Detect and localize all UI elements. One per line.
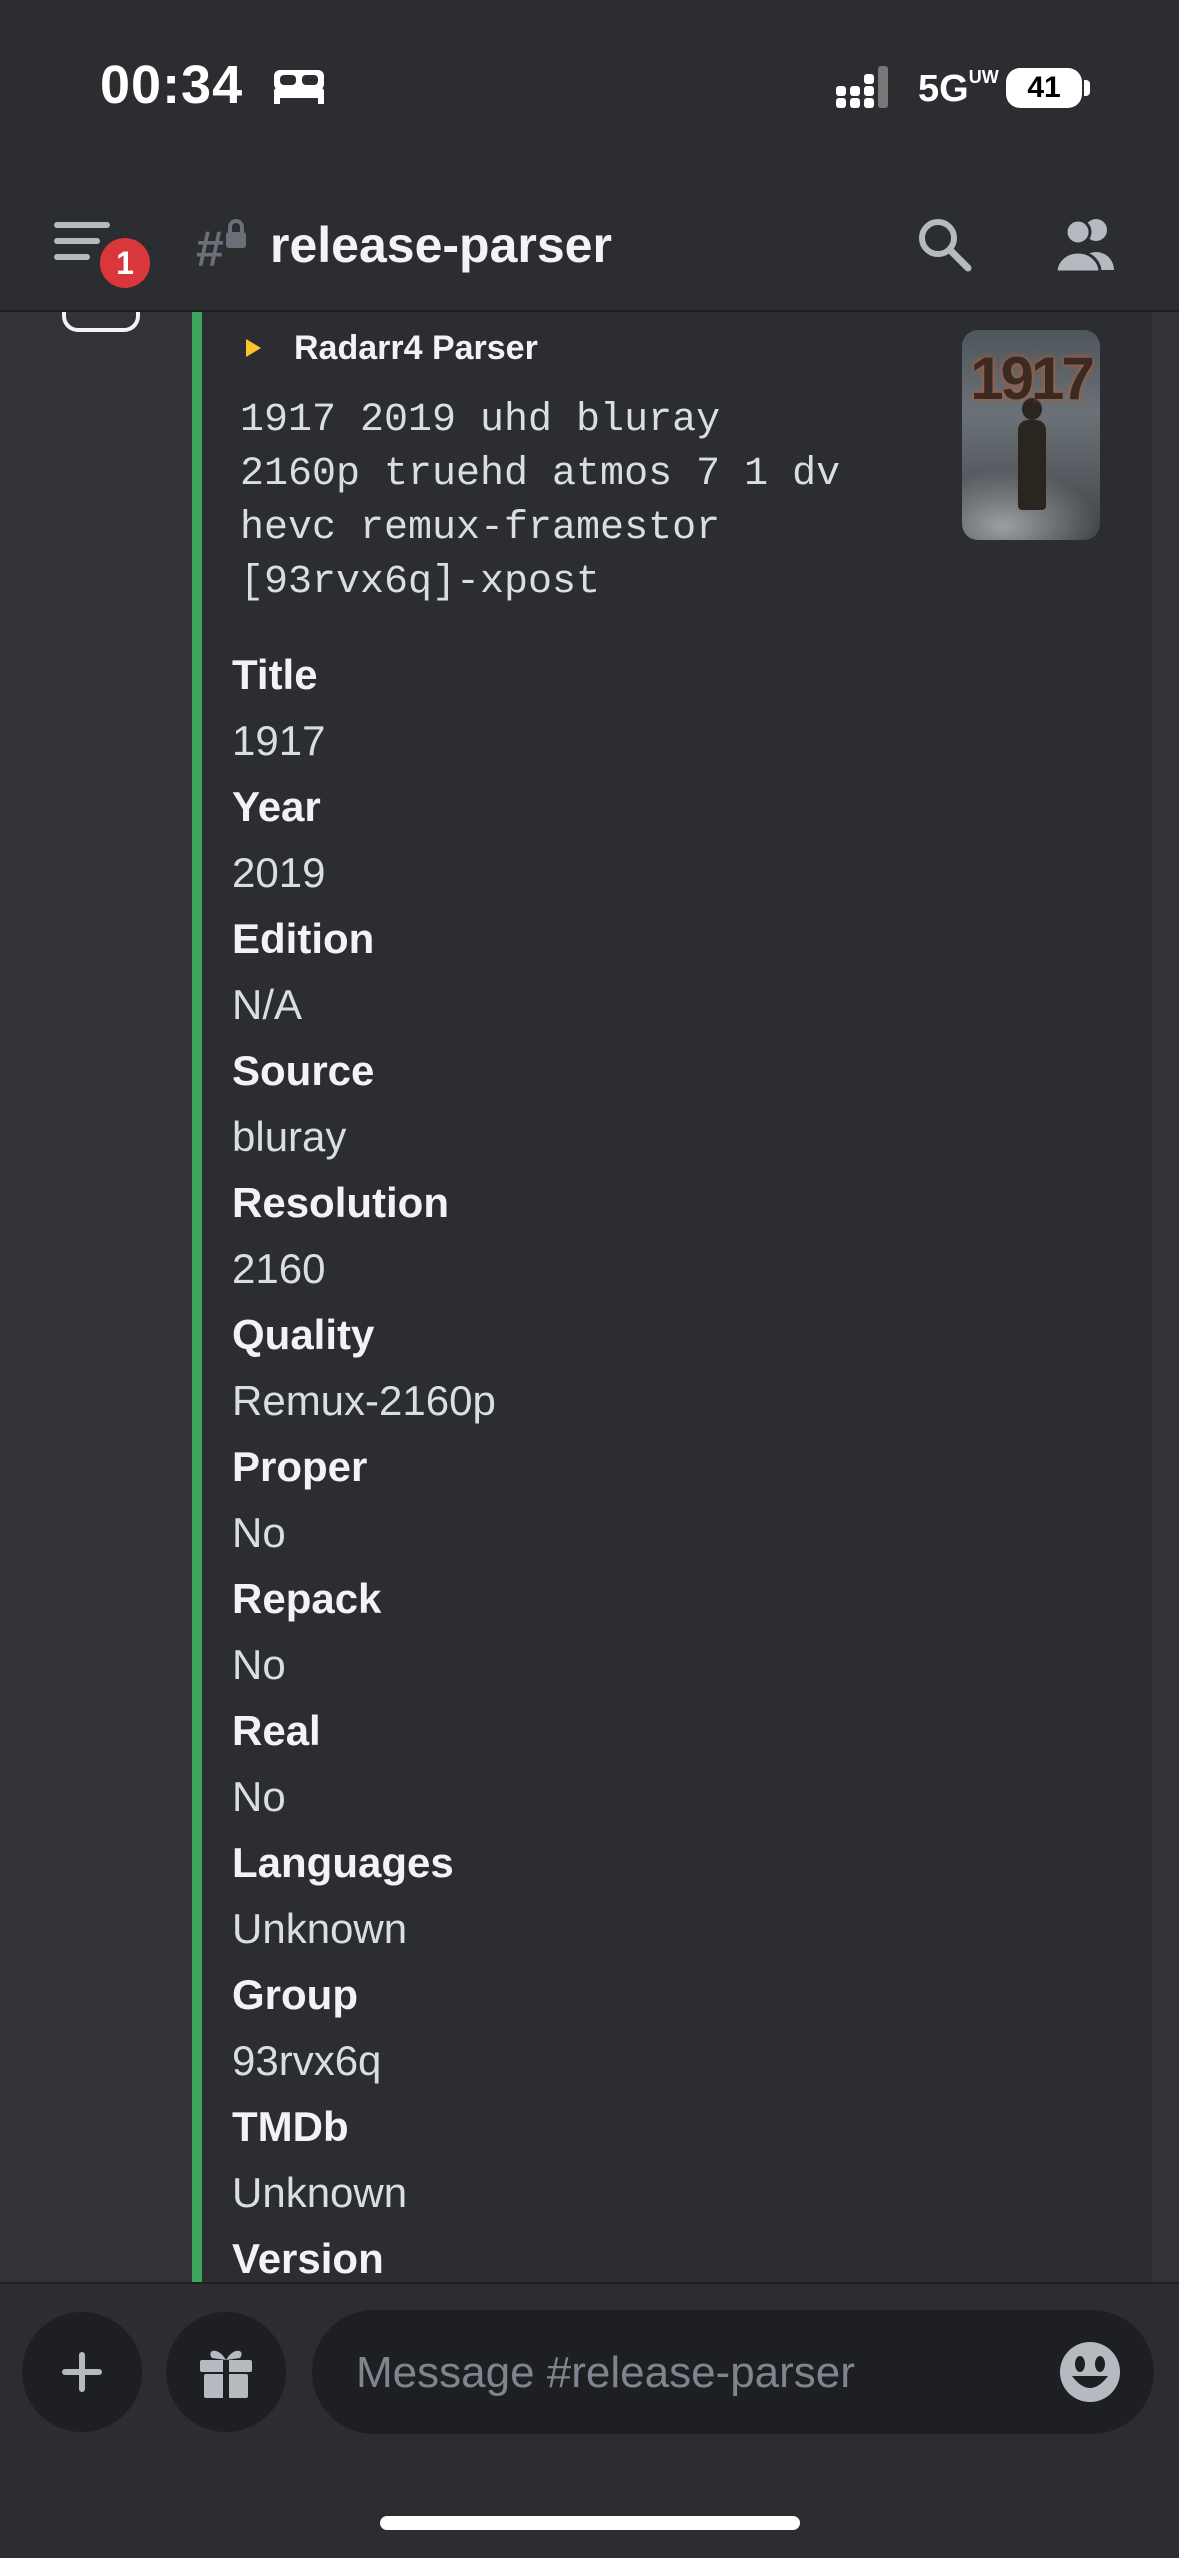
- battery-indicator: 41: [1006, 68, 1082, 108]
- field-name: TMDb: [232, 2103, 349, 2150]
- message-composer[interactable]: [312, 2310, 1154, 2436]
- bed-icon: [274, 70, 324, 104]
- field-value: 1917: [232, 717, 326, 764]
- message-list[interactable]: Radarr4 Parser 1917 2019 uhd bluray 2160…: [0, 312, 1179, 2282]
- field-name: Edition: [232, 915, 375, 962]
- embed-fields: Title 1917 Year 2019 Edition N/A Source …: [232, 642, 1112, 2282]
- channel-title: release-parser: [270, 217, 612, 273]
- plus-icon: [62, 2352, 102, 2392]
- field-value: bluray: [232, 1113, 347, 1160]
- gift-icon: [200, 2350, 252, 2398]
- field-name: Group: [232, 1971, 358, 2018]
- field-name: Languages: [232, 1839, 454, 1886]
- members-icon[interactable]: [1054, 214, 1120, 274]
- field-name: Year: [232, 783, 321, 830]
- channel-lock-icon: #: [196, 219, 246, 274]
- svg-text:#: #: [196, 221, 224, 274]
- field-value: 93rvx6q: [232, 2037, 382, 2084]
- add-attachment-button[interactable]: [22, 2312, 142, 2432]
- embed-author-name: Radarr4 Parser: [294, 328, 538, 367]
- message-input[interactable]: [354, 2310, 1038, 2436]
- signal-icon: [836, 66, 888, 108]
- field-name: Version: [232, 2235, 384, 2282]
- play-icon: [232, 328, 272, 368]
- field-value: 2019: [232, 849, 326, 896]
- search-icon[interactable]: [914, 214, 974, 274]
- field-name: Title: [232, 651, 318, 698]
- network-indicator: 5GUW: [918, 67, 999, 110]
- embed-author[interactable]: Radarr4 Parser: [232, 320, 538, 376]
- avatar[interactable]: [62, 312, 140, 332]
- status-bar: 00:34 5GUW 41: [0, 0, 1179, 180]
- status-time: 00:34: [100, 55, 244, 115]
- field-value: No: [232, 1773, 286, 1820]
- gift-button[interactable]: [166, 2312, 286, 2432]
- field-value: 2160: [232, 1245, 326, 1292]
- field-name: Quality: [232, 1311, 375, 1358]
- field-name: Real: [232, 1707, 321, 1754]
- home-indicator[interactable]: [380, 2516, 800, 2530]
- channel-header: 1 # release-parser: [0, 180, 1179, 312]
- embed-thumbnail[interactable]: 1917: [962, 330, 1100, 540]
- field-name: Repack: [232, 1575, 382, 1622]
- field-value: N/A: [232, 981, 303, 1028]
- notification-badge: 1: [96, 234, 154, 292]
- field-value: No: [232, 1641, 286, 1688]
- field-name: Resolution: [232, 1179, 449, 1226]
- field-name: Proper: [232, 1443, 368, 1490]
- rich-embed: Radarr4 Parser 1917 2019 uhd bluray 2160…: [192, 312, 1152, 2282]
- embed-description: 1917 2019 uhd bluray 2160p truehd atmos …: [240, 398, 841, 605]
- field-value: Remux-2160p: [232, 1377, 496, 1424]
- field-name: Source: [232, 1047, 375, 1094]
- emoji-icon[interactable]: [1058, 2340, 1122, 2404]
- field-value: Unknown: [232, 2169, 408, 2216]
- battery-nub: [1084, 80, 1090, 96]
- field-value: No: [232, 1509, 286, 1556]
- field-value: Unknown: [232, 1905, 408, 1952]
- thumbnail-title: 1917: [970, 345, 1094, 412]
